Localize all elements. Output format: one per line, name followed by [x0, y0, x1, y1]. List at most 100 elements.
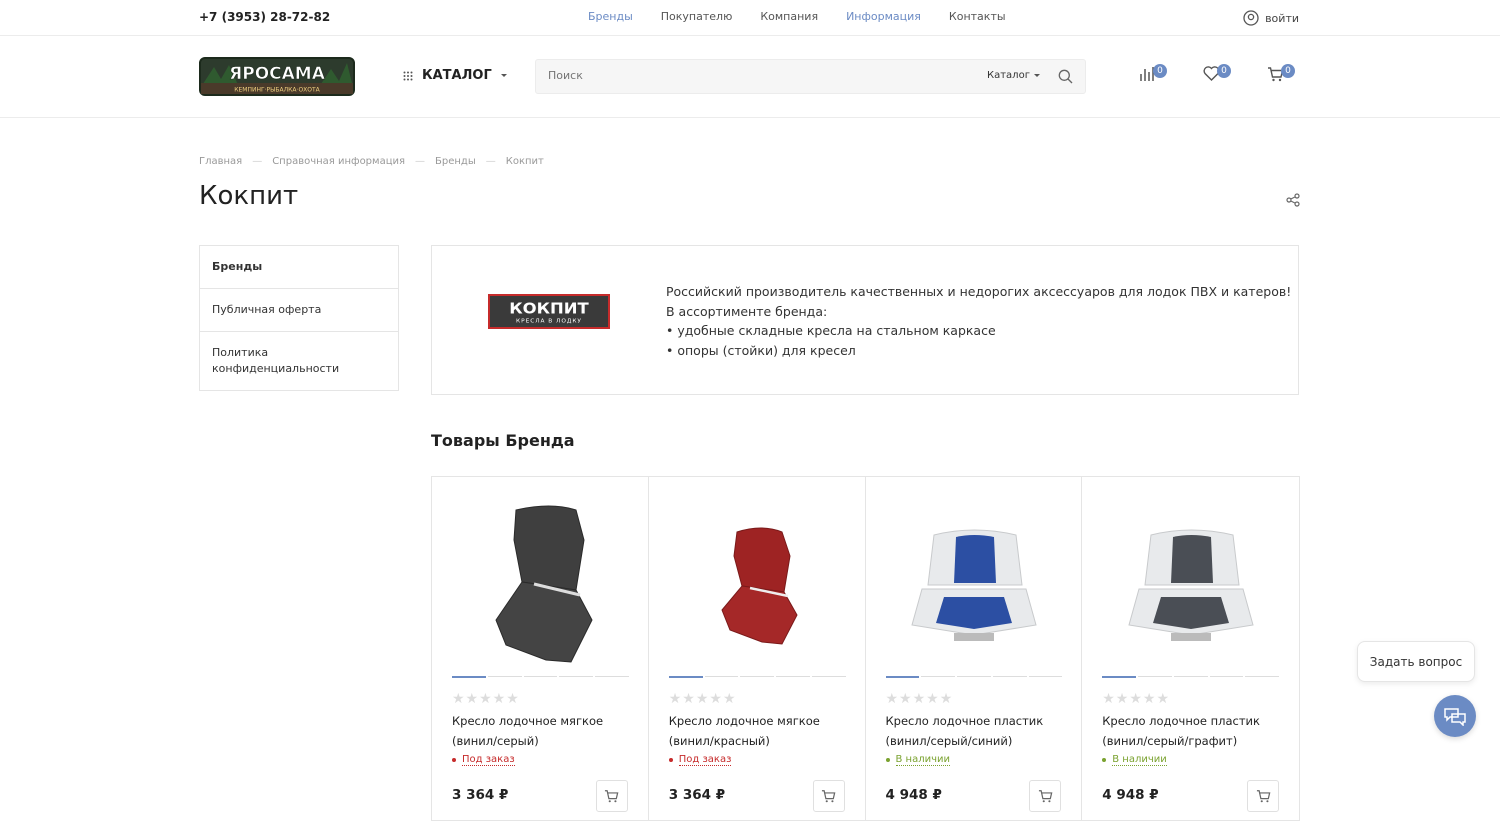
search-input[interactable]	[548, 69, 948, 82]
rating-stars: ★★★★★	[885, 691, 954, 707]
side-item-privacy[interactable]: Политика конфиденциальности	[200, 332, 398, 390]
user-icon	[1243, 10, 1259, 26]
stock-label: Под заказ	[678, 754, 732, 766]
image-pager	[668, 676, 846, 678]
ask-question-tooltip[interactable]: Задать вопрос	[1357, 641, 1475, 682]
side-item-offer[interactable]: Публичная оферта	[200, 289, 398, 332]
add-to-cart-button[interactable]	[1029, 780, 1062, 812]
brand-description-line: Российский производитель качественных и …	[666, 284, 1292, 299]
breadcrumb-separator: —	[415, 156, 426, 167]
catalog-menu-button[interactable]: КАТАЛОГ	[403, 68, 507, 83]
chevron-down-icon	[500, 73, 507, 77]
stock-dot	[668, 758, 673, 762]
login-label: войти	[1265, 11, 1299, 25]
site-logo[interactable]: ЯРОСАМА КЕМПИНГ·РЫБАЛКА·ОХОТА	[199, 57, 355, 96]
login-link[interactable]: войти	[1243, 10, 1299, 26]
brand-logo: КОКПИТ КРЕСЛА В ЛОДКУ	[488, 294, 610, 329]
stock-status: В наличии	[885, 754, 951, 766]
page-title: Кокпит	[199, 181, 299, 211]
add-to-cart-button[interactable]	[595, 780, 628, 812]
top-nav: Бренды Покупателю Компания Информация Ко…	[588, 10, 1006, 23]
product-card[interactable]: ★★★★★ Кресло лодочное пластик (винил/сер…	[1082, 477, 1299, 820]
chat-icon	[1444, 708, 1466, 726]
search-scope-select[interactable]: Каталог	[987, 70, 1040, 81]
nav-info[interactable]: Информация	[846, 10, 921, 23]
products-title: Товары Бренда	[431, 431, 575, 450]
header-icons: 0 0 0	[1139, 64, 1295, 86]
chevron-down-icon	[1033, 73, 1040, 77]
add-to-cart-button[interactable]	[1247, 780, 1279, 812]
product-image[interactable]	[669, 497, 846, 672]
breadcrumb-reference[interactable]: Справочная информация	[272, 156, 405, 167]
nav-brands[interactable]: Бренды	[588, 10, 633, 23]
product-image[interactable]	[886, 497, 1063, 672]
compare-button[interactable]: 0	[1139, 64, 1167, 86]
image-pager	[452, 676, 629, 678]
product-image[interactable]	[452, 497, 629, 672]
product-card[interactable]: ★★★★★ Кресло лодочное пластик (винил/сер…	[866, 477, 1083, 820]
catalog-label: КАТАЛОГ	[422, 68, 492, 83]
cart-icon	[821, 790, 836, 803]
side-menu: Бренды Публичная оферта Политика конфиде…	[199, 245, 399, 391]
top-bar: +7 (3953) 28-72-82 Бренды Покупателю Ком…	[0, 0, 1500, 36]
breadcrumb-current: Кокпит	[505, 156, 544, 167]
stock-label: В наличии	[895, 754, 951, 766]
product-price: 4 948 ₽	[885, 787, 942, 803]
nav-contacts[interactable]: Контакты	[949, 10, 1006, 23]
product-card[interactable]: ★★★★★ Кресло лодочное мягкое (винил/крас…	[649, 477, 866, 820]
cart-button[interactable]: 0	[1267, 64, 1295, 86]
phone-number[interactable]: +7 (3953) 28-72-82	[199, 10, 330, 24]
brand-description-line: • удобные складные кресла на стальном ка…	[666, 323, 996, 338]
stock-status: В наличии	[1102, 754, 1167, 766]
search-bar: Каталог	[535, 59, 1086, 94]
breadcrumb-home[interactable]: Главная	[199, 156, 242, 167]
product-image[interactable]	[1102, 497, 1279, 672]
side-item-brands[interactable]: Бренды	[200, 246, 398, 289]
product-grid: ★★★★★ Кресло лодочное мягкое (винил/серы…	[431, 476, 1300, 821]
brand-logo-subtext: КРЕСЛА В ЛОДКУ	[516, 319, 582, 325]
cart-icon	[1256, 790, 1270, 803]
stock-dot	[1102, 758, 1107, 762]
stock-label: В наличии	[1112, 754, 1167, 766]
logo-subtext: КЕМПИНГ·РЫБАЛКА·ОХОТА	[234, 87, 320, 94]
product-name[interactable]: Кресло лодочное пластик (винил/серый/гра…	[1102, 712, 1282, 751]
compare-count: 0	[1153, 64, 1167, 78]
cart-icon	[605, 790, 619, 803]
chat-button[interactable]	[1434, 695, 1476, 737]
image-pager	[885, 676, 1063, 678]
stock-dot	[885, 758, 890, 762]
breadcrumb: Главная — Справочная информация — Бренды…	[199, 156, 544, 167]
search-scope-label: Каталог	[987, 70, 1030, 81]
add-to-cart-button[interactable]	[812, 780, 845, 812]
stock-label: Под заказ	[462, 754, 515, 766]
nav-buyers[interactable]: Покупателю	[661, 10, 733, 23]
brand-description-line: • опоры (стойки) для кресел	[666, 342, 856, 358]
breadcrumb-separator: —	[485, 156, 496, 167]
breadcrumb-brands[interactable]: Бренды	[435, 156, 476, 167]
product-card[interactable]: ★★★★★ Кресло лодочное мягкое (винил/серы…	[432, 477, 649, 820]
logo-text: ЯРОСАМА	[229, 64, 326, 84]
grid-icon	[403, 71, 413, 80]
product-name[interactable]: Кресло лодочное мягкое (винил/красный)	[669, 712, 849, 751]
cart-icon	[1038, 790, 1053, 803]
cart-count: 0	[1281, 64, 1295, 78]
header: ЯРОСАМА КЕМПИНГ·РЫБАЛКА·ОХОТА КАТАЛОГ Ка…	[0, 36, 1500, 118]
product-price: 3 364 ₽	[668, 787, 726, 803]
rating-stars: ★★★★★	[452, 691, 520, 707]
stock-status: Под заказ	[668, 754, 732, 766]
product-price: 4 948 ₽	[1102, 787, 1159, 803]
rating-stars: ★★★★★	[1102, 691, 1171, 707]
stock-dot	[452, 758, 456, 762]
brand-info: КОКПИТ КРЕСЛА В ЛОДКУ Российский произво…	[431, 245, 1299, 395]
nav-company[interactable]: Компания	[760, 10, 818, 23]
favorites-button[interactable]: 0	[1203, 64, 1231, 86]
share-icon[interactable]	[1286, 193, 1300, 207]
brand-description: Российский производитель качественных и …	[666, 282, 1291, 360]
product-name[interactable]: Кресло лодочное мягкое (винил/серый)	[452, 712, 632, 751]
rating-stars: ★★★★★	[668, 691, 737, 707]
product-name[interactable]: Кресло лодочное пластик (винил/серый/син…	[886, 712, 1066, 751]
product-price: 3 364 ₽	[452, 787, 509, 803]
search-icon[interactable]	[1058, 69, 1073, 84]
brand-description-line: В ассортименте бренда:	[666, 303, 828, 319]
favorites-count: 0	[1217, 64, 1231, 78]
